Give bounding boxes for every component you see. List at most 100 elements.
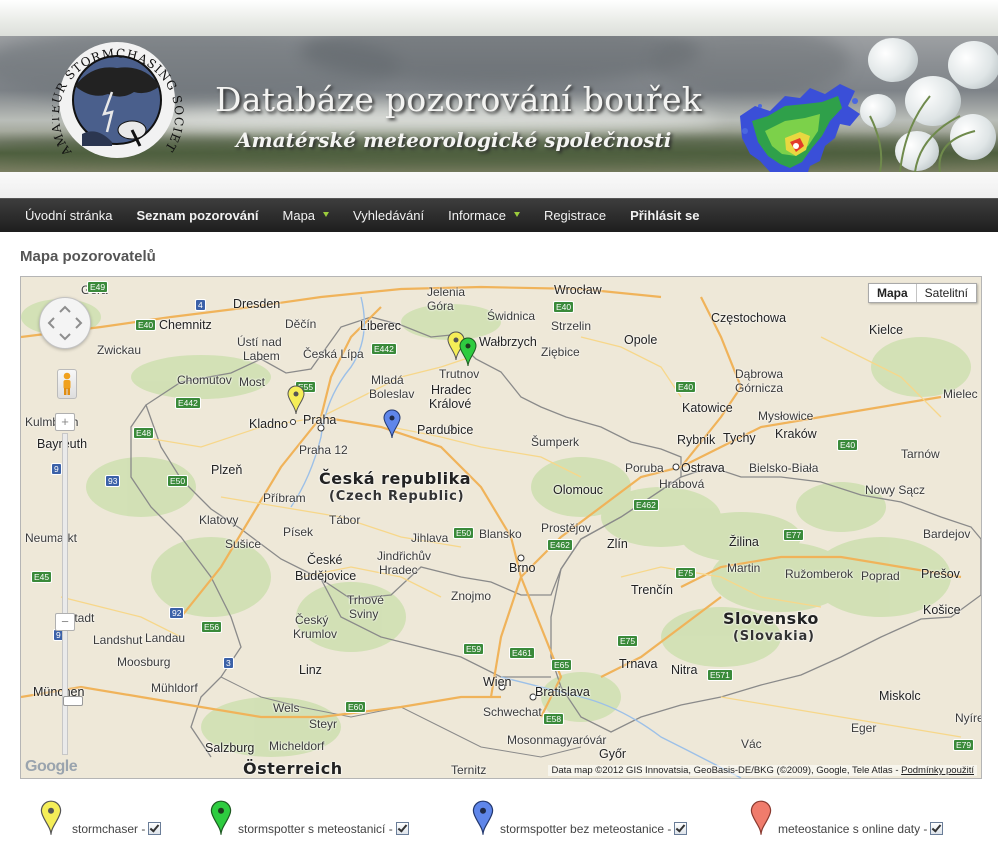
map-label: Poruba <box>625 461 664 475</box>
legend-checkbox[interactable] <box>674 822 688 836</box>
map-label: Wrocław <box>554 283 602 297</box>
radar-image <box>740 84 860 172</box>
map-label: Ústí nad <box>237 335 282 349</box>
nav-item-observations-list[interactable]: Seznam pozorování <box>124 199 270 232</box>
nav-item-home[interactable]: Úvodní stránka <box>13 199 124 232</box>
google-logo[interactable]: Google <box>25 758 78 776</box>
nav-item-map[interactable]: Mapa <box>271 199 342 232</box>
map-label: Nowy Sącz <box>865 483 926 497</box>
map-marker-icon[interactable] <box>287 385 305 415</box>
road-shield: E59 <box>463 643 485 655</box>
map-label: Rybnik <box>677 433 716 447</box>
map-label: Blansko <box>479 527 522 541</box>
map-label: Mosonmagyaróvár <box>507 733 607 747</box>
map-label: Chomutov <box>177 373 232 387</box>
map-label: Micheldorf <box>269 739 325 753</box>
road-shield: E461 <box>509 647 535 659</box>
map-label: Znojmo <box>451 589 492 603</box>
map-label: Poprad <box>861 569 900 583</box>
yellow-marker-icon <box>40 800 62 835</box>
blue-marker-icon <box>472 800 494 835</box>
map-label: Praha 12 <box>299 443 348 457</box>
road-shield: E40 <box>837 439 859 451</box>
nav-item-label: Úvodní stránka <box>25 208 113 223</box>
map-label: Nyíre <box>955 711 982 725</box>
map-label: Pardubice <box>417 423 474 437</box>
map-label: Eger <box>851 721 877 735</box>
observers-map[interactable]: Gera Dresden Chemnitz Zwickau Děčín Libe… <box>20 276 982 779</box>
zoom-out-icon[interactable]: − <box>55 613 75 631</box>
zoom-in-icon[interactable]: + <box>55 413 75 431</box>
page: Databáze pozorování bouřek Amatérské met… <box>0 0 998 849</box>
nav-item-registration[interactable]: Registrace <box>532 199 618 232</box>
map-label: Dąbrowa <box>735 367 784 381</box>
map-country-label: Česká republika <box>319 469 472 488</box>
map-label: Salzburg <box>205 741 255 755</box>
chevron-down-icon <box>323 212 330 218</box>
road-shield: E442 <box>175 397 201 409</box>
map-label: Częstochowa <box>711 311 787 325</box>
map-label: Linz <box>299 663 322 677</box>
map-country-label: (Slovakia) <box>733 629 815 644</box>
red-marker-icon <box>750 800 772 835</box>
legend-checkbox[interactable] <box>930 822 944 836</box>
pan-control-icon[interactable] <box>39 297 91 349</box>
map-marker-icon[interactable] <box>459 337 477 367</box>
road-shield: E60 <box>345 701 367 713</box>
nav-item-search[interactable]: Vyhledávání <box>341 199 436 232</box>
road-shield: E462 <box>547 539 573 551</box>
map-type-satellite-button[interactable]: Satelitní <box>916 284 976 302</box>
legend-checkbox[interactable] <box>395 822 409 836</box>
map-label: Žilina <box>729 535 759 549</box>
road-shield: E571 <box>707 669 733 681</box>
map-label: Sušice <box>225 537 262 551</box>
site-logo: AMATEUR STORMCHASING SOCIETY <box>52 34 185 159</box>
map-type-map-button[interactable]: Mapa <box>868 284 917 302</box>
road-shield: 92 <box>169 607 185 619</box>
map-label: Most <box>239 375 266 389</box>
road-shield: E48 <box>133 427 155 439</box>
map-label: Mysłowice <box>758 409 814 423</box>
nav-item-login[interactable]: Přihlásit se <box>618 199 711 232</box>
zoom-control: + − <box>55 413 83 755</box>
road-shield: E462 <box>633 499 659 511</box>
map-marker-icon[interactable] <box>383 409 401 439</box>
green-marker-icon <box>210 800 232 835</box>
road-shield: E442 <box>371 343 397 355</box>
nav-item-information[interactable]: Informace <box>436 199 532 232</box>
road-shield: E45 <box>31 571 53 583</box>
map-label: Praha <box>303 413 337 427</box>
road-shield: 93 <box>105 475 121 487</box>
map-label: Bielsko-Biała <box>749 461 819 475</box>
legend-checkbox[interactable] <box>148 822 162 836</box>
pegman-icon[interactable] <box>57 369 77 399</box>
map-label: Příbram <box>263 491 306 505</box>
map-label: Opole <box>624 333 658 347</box>
map-label: Landshut <box>93 633 143 647</box>
legend-label: stormspotter bez meteostanice - <box>500 822 688 836</box>
zoom-slider-handle[interactable] <box>63 696 83 706</box>
map-label: Wels <box>273 701 300 715</box>
map-label: České <box>307 553 343 567</box>
terms-link[interactable]: Podmínky použití <box>901 765 974 776</box>
map-label: Šumperk <box>531 435 580 449</box>
map-label: Mielec <box>943 387 978 401</box>
map-label: Hradec <box>379 563 418 577</box>
map-label: Kielce <box>869 323 904 337</box>
map-country-label: Österreich <box>243 759 343 778</box>
map-label: Labem <box>243 349 280 363</box>
road-shield: E58 <box>543 713 565 725</box>
map-label: Trnava <box>619 657 658 671</box>
map-label: Košice <box>923 603 961 617</box>
road-shield: 3 <box>223 657 234 669</box>
zoom-slider[interactable] <box>62 433 83 755</box>
map-label: Česká Lípa <box>303 347 364 361</box>
road-shield: E49 <box>87 281 109 293</box>
map-label: Prostějov <box>541 521 592 535</box>
chevron-down-icon <box>513 212 520 218</box>
nav-item-label: Mapa <box>282 208 316 223</box>
map-label: Bratislava <box>535 685 590 699</box>
map-label: Trenčín <box>631 583 673 597</box>
map-label: Tábor <box>329 513 361 527</box>
map-label: Zwickau <box>97 343 142 357</box>
